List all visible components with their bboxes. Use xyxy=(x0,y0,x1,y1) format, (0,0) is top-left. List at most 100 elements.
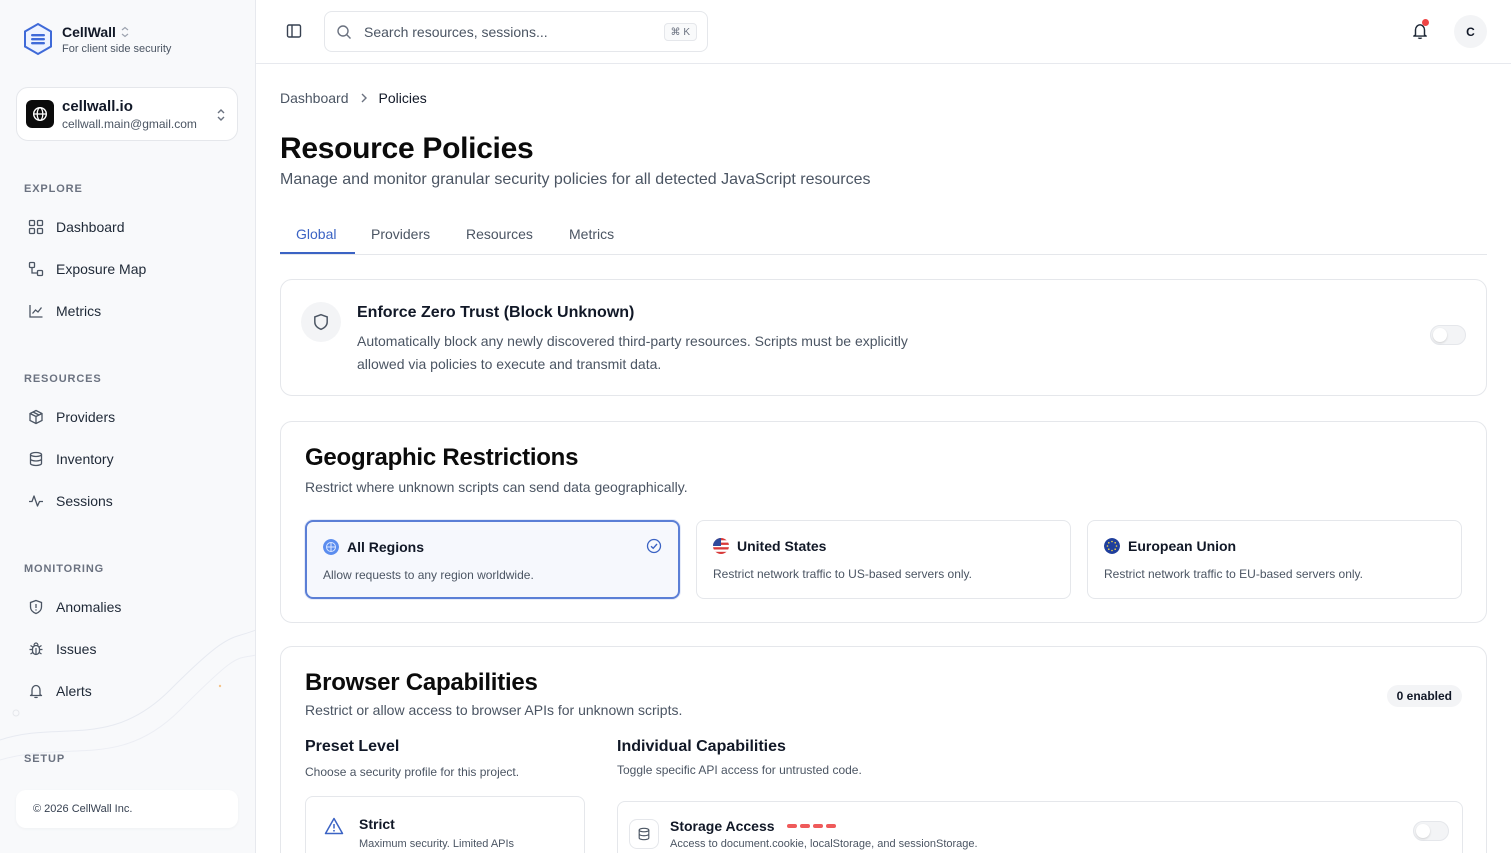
search-placeholder: Search resources, sessions... xyxy=(364,23,548,40)
sidebar-item-providers[interactable]: Providers xyxy=(28,409,115,425)
browser-capabilities-card: Browser Capabilities Restrict or allow a… xyxy=(280,646,1487,853)
package-icon xyxy=(29,409,43,425)
active-tab-indicator xyxy=(280,252,355,254)
sidebar-item-sessions[interactable]: Sessions xyxy=(28,493,113,509)
section-resources: RESOURCES xyxy=(24,373,102,385)
bug-icon xyxy=(29,642,43,656)
section-monitoring: MONITORING xyxy=(24,563,105,575)
chevron-right-icon xyxy=(361,93,367,103)
globe-icon xyxy=(323,539,339,555)
region-description: Restrict network traffic to US-based ser… xyxy=(713,567,972,581)
notification-dot xyxy=(1422,19,1429,26)
search-shortcut: ⌘ K xyxy=(663,23,697,41)
preset-name: Strict xyxy=(359,816,395,832)
section-explore: EXPLORE xyxy=(24,183,83,195)
tab-resources[interactable]: Resources xyxy=(466,226,533,242)
main-content: Dashboard Policies Resource Policies Man… xyxy=(256,64,1511,853)
database-icon xyxy=(629,819,659,849)
zero-trust-card: Enforce Zero Trust (Block Unknown) Autom… xyxy=(280,279,1487,396)
risk-indicator xyxy=(786,824,836,828)
geo-title: Geographic Restrictions xyxy=(305,444,579,471)
region-option-us[interactable]: United States Restrict network traffic t… xyxy=(696,520,1071,599)
network-icon xyxy=(28,261,44,277)
geographic-restrictions-card: Geographic Restrictions Restrict where u… xyxy=(280,421,1487,623)
sidebar: CellWall For client side security cellwa… xyxy=(0,0,256,853)
browser-subtitle: Restrict or allow access to browser APIs… xyxy=(305,702,683,718)
capability-storage-access: Storage Access Access to document.cookie… xyxy=(617,801,1463,853)
site-name: cellwall.io xyxy=(62,97,133,115)
region-name: All Regions xyxy=(347,539,425,555)
sidebar-item-label: Exposure Map xyxy=(56,261,147,277)
copyright: © 2026 CellWall Inc. xyxy=(33,803,133,815)
geo-subtitle: Restrict where unknown scripts can send … xyxy=(305,479,688,495)
toggle-sidebar-icon[interactable] xyxy=(286,23,302,39)
sidebar-item-inventory[interactable]: Inventory xyxy=(28,451,114,467)
activity-icon xyxy=(29,495,43,507)
line-chart-icon xyxy=(29,305,43,318)
bell-icon xyxy=(29,684,43,699)
region-description: Restrict network traffic to EU-based ser… xyxy=(1104,567,1363,581)
site-switcher[interactable]: cellwall.io cellwall.main@gmail.com xyxy=(16,87,238,141)
eu-flag-icon xyxy=(1104,538,1120,554)
tab-metrics[interactable]: Metrics xyxy=(569,226,614,242)
individual-description: Toggle specific API access for untrusted… xyxy=(617,763,862,777)
sidebar-item-exposure-map[interactable]: Exposure Map xyxy=(28,261,146,277)
site-email: cellwall.main@gmail.com xyxy=(62,116,197,131)
brand[interactable]: CellWall For client side security xyxy=(22,22,171,56)
search-icon xyxy=(337,24,351,39)
topbar: Search resources, sessions... ⌘ K C xyxy=(256,0,1511,64)
sidebar-item-anomalies[interactable]: Anomalies xyxy=(28,599,121,615)
region-option-all[interactable]: All Regions Allow requests to any region… xyxy=(305,520,680,599)
zero-trust-toggle[interactable] xyxy=(1430,325,1466,345)
region-name: European Union xyxy=(1128,538,1237,554)
sidebar-item-metrics[interactable]: Metrics xyxy=(28,303,101,319)
brand-tagline: For client side security xyxy=(62,42,172,55)
shield-icon xyxy=(29,599,43,615)
chevrons-up-down-icon xyxy=(217,109,225,121)
capability-name: Storage Access xyxy=(670,818,775,834)
database-icon xyxy=(29,451,43,467)
sidebar-item-label: Sessions xyxy=(56,493,113,509)
shield-icon xyxy=(301,302,341,342)
search-input[interactable]: Search resources, sessions... ⌘ K xyxy=(324,11,708,52)
capability-description: Access to document.cookie, localStorage,… xyxy=(670,838,978,850)
sidebar-footer: © 2026 CellWall Inc. xyxy=(16,790,238,828)
browser-title: Browser Capabilities xyxy=(305,669,538,696)
breadcrumb-policies: Policies xyxy=(378,90,427,106)
individual-title: Individual Capabilities xyxy=(617,738,786,755)
region-option-eu[interactable]: European Union Restrict network traffic … xyxy=(1087,520,1462,599)
preset-option-strict[interactable]: Strict Maximum security. Limited APIs xyxy=(305,796,585,853)
sidebar-item-issues[interactable]: Issues xyxy=(28,641,96,657)
sidebar-item-label: Alerts xyxy=(56,683,92,699)
region-description: Allow requests to any region worldwide. xyxy=(323,568,534,582)
globe-icon xyxy=(26,100,54,128)
zero-trust-title: Enforce Zero Trust (Block Unknown) xyxy=(357,304,635,321)
sidebar-item-label: Issues xyxy=(56,641,97,657)
storage-access-toggle[interactable] xyxy=(1413,821,1449,841)
breadcrumb-dashboard[interactable]: Dashboard xyxy=(280,90,349,106)
sidebar-item-label: Inventory xyxy=(56,451,114,467)
preset-option-description: Maximum security. Limited APIs xyxy=(359,838,515,850)
avatar[interactable]: C xyxy=(1454,15,1487,48)
zero-trust-description: Automatically block any newly discovered… xyxy=(357,333,908,372)
policy-tabs: Global Providers Resources Metrics xyxy=(280,214,1487,255)
sidebar-item-dashboard[interactable]: Dashboard xyxy=(28,219,125,235)
breadcrumb: Dashboard Policies xyxy=(280,90,427,106)
tab-global[interactable]: Global xyxy=(296,226,336,242)
enabled-count-badge: 0 enabled xyxy=(1386,685,1462,707)
brand-name: CellWall xyxy=(62,23,116,40)
preset-title: Preset Level xyxy=(305,738,400,755)
warning-icon xyxy=(324,817,344,835)
sidebar-item-label: Providers xyxy=(56,409,116,425)
grid-icon xyxy=(28,219,44,235)
chevrons-up-down-icon xyxy=(121,26,129,37)
page-title: Resource Policies xyxy=(280,132,534,165)
check-circle-icon xyxy=(646,538,662,554)
section-setup: SETUP xyxy=(24,753,66,765)
sidebar-item-alerts[interactable]: Alerts xyxy=(28,683,92,699)
page-subtitle: Manage and monitor granular security pol… xyxy=(280,171,871,188)
cellwall-logo-icon xyxy=(24,22,52,56)
tab-providers[interactable]: Providers xyxy=(371,226,430,242)
sidebar-item-label: Metrics xyxy=(56,303,102,319)
sidebar-item-label: Dashboard xyxy=(56,219,125,235)
